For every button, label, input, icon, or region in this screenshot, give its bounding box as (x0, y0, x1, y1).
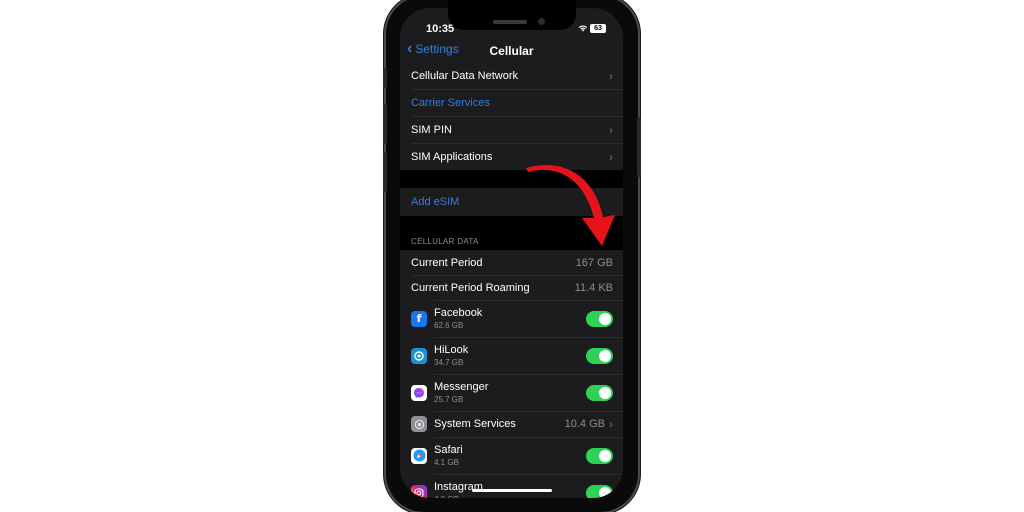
instagram-data-toggle[interactable] (586, 484, 613, 498)
safari-icon (411, 447, 427, 464)
carrier-services-row[interactable]: Carrier Services (400, 89, 623, 116)
app-row-system-services[interactable]: System Services 10.4 GB › (400, 411, 623, 437)
facebook-data-toggle[interactable] (586, 310, 613, 327)
row-label: SIM PIN (411, 123, 452, 136)
app-name: Messenger (434, 381, 489, 393)
app-usage: 10.4 GB (564, 418, 605, 430)
battery-icon: 63 (590, 24, 606, 33)
app-name: Facebook (434, 307, 483, 319)
row-label: Carrier Services (411, 96, 490, 109)
roaming-value: 11.4 KB (574, 281, 613, 294)
app-usage: 4.0 GB (434, 495, 586, 498)
volume-up-button (383, 104, 387, 144)
app-usage: 34.7 GB (434, 358, 464, 367)
safari-data-toggle[interactable] (586, 447, 613, 464)
messenger-icon (411, 384, 427, 401)
hilook-icon (411, 347, 427, 364)
row-label: Cellular Data Network (411, 69, 518, 82)
mute-switch (383, 68, 387, 88)
app-name: Safari (434, 444, 463, 456)
red-arrow-annotation-icon (526, 165, 615, 246)
wifi-icon (578, 24, 588, 34)
app-usage: 4.1 GB (434, 458, 459, 467)
instagram-icon (411, 484, 427, 498)
roaming-row: Current Period Roaming 11.4 KB (400, 275, 623, 300)
status-time: 10:35 (426, 23, 455, 35)
speaker-grille (493, 20, 527, 24)
app-row-instagram: Instagram 4.0 GB (400, 474, 623, 498)
app-name: HiLook (434, 344, 469, 356)
power-button (637, 117, 641, 177)
app-row-safari: Safari 4.1 GB (400, 437, 623, 474)
app-row-messenger: Messenger 25.7 GB (400, 374, 623, 411)
hilook-data-toggle[interactable] (586, 347, 613, 364)
navigation-bar: ‹ Settings Cellular (400, 40, 623, 62)
facebook-icon: f (411, 310, 427, 327)
phone-screen: 10:35 63 ‹ Settings Cellular Cellular Da… (400, 8, 623, 498)
notch (448, 0, 576, 30)
section-header-label: CELLULAR DATA (411, 237, 479, 246)
app-name: System Services (434, 418, 516, 430)
row-label: Current Period Roaming (411, 281, 530, 294)
cellular-data-group: Current Period 167 GB Current Period Roa… (400, 250, 623, 498)
home-indicator (472, 489, 552, 492)
app-usage: 25.7 GB (434, 395, 464, 404)
row-label: Current Period (411, 256, 483, 269)
sim-settings-group: Cellular Data Network › Carrier Services… (400, 62, 623, 170)
messenger-data-toggle[interactable] (586, 384, 613, 401)
chevron-right-icon: › (609, 122, 613, 137)
gear-icon (411, 416, 427, 432)
app-row-hilook: HiLook 34.7 GB (400, 337, 623, 374)
chevron-right-icon: › (609, 68, 613, 83)
app-row-facebook: f Facebook 62.6 GB (400, 300, 623, 337)
current-period-value: 167 GB (575, 256, 613, 269)
current-period-row: Current Period 167 GB (400, 250, 623, 275)
front-camera (538, 18, 545, 25)
page-title: Cellular (489, 44, 534, 58)
settings-list: Cellular Data Network › Carrier Services… (400, 62, 623, 498)
app-usage: 62.6 GB (434, 321, 464, 330)
chevron-right-icon: › (609, 417, 613, 431)
sim-pin-row[interactable]: SIM PIN › (400, 116, 623, 143)
volume-down-button (383, 152, 387, 192)
cellular-data-network-row[interactable]: Cellular Data Network › (400, 62, 623, 89)
